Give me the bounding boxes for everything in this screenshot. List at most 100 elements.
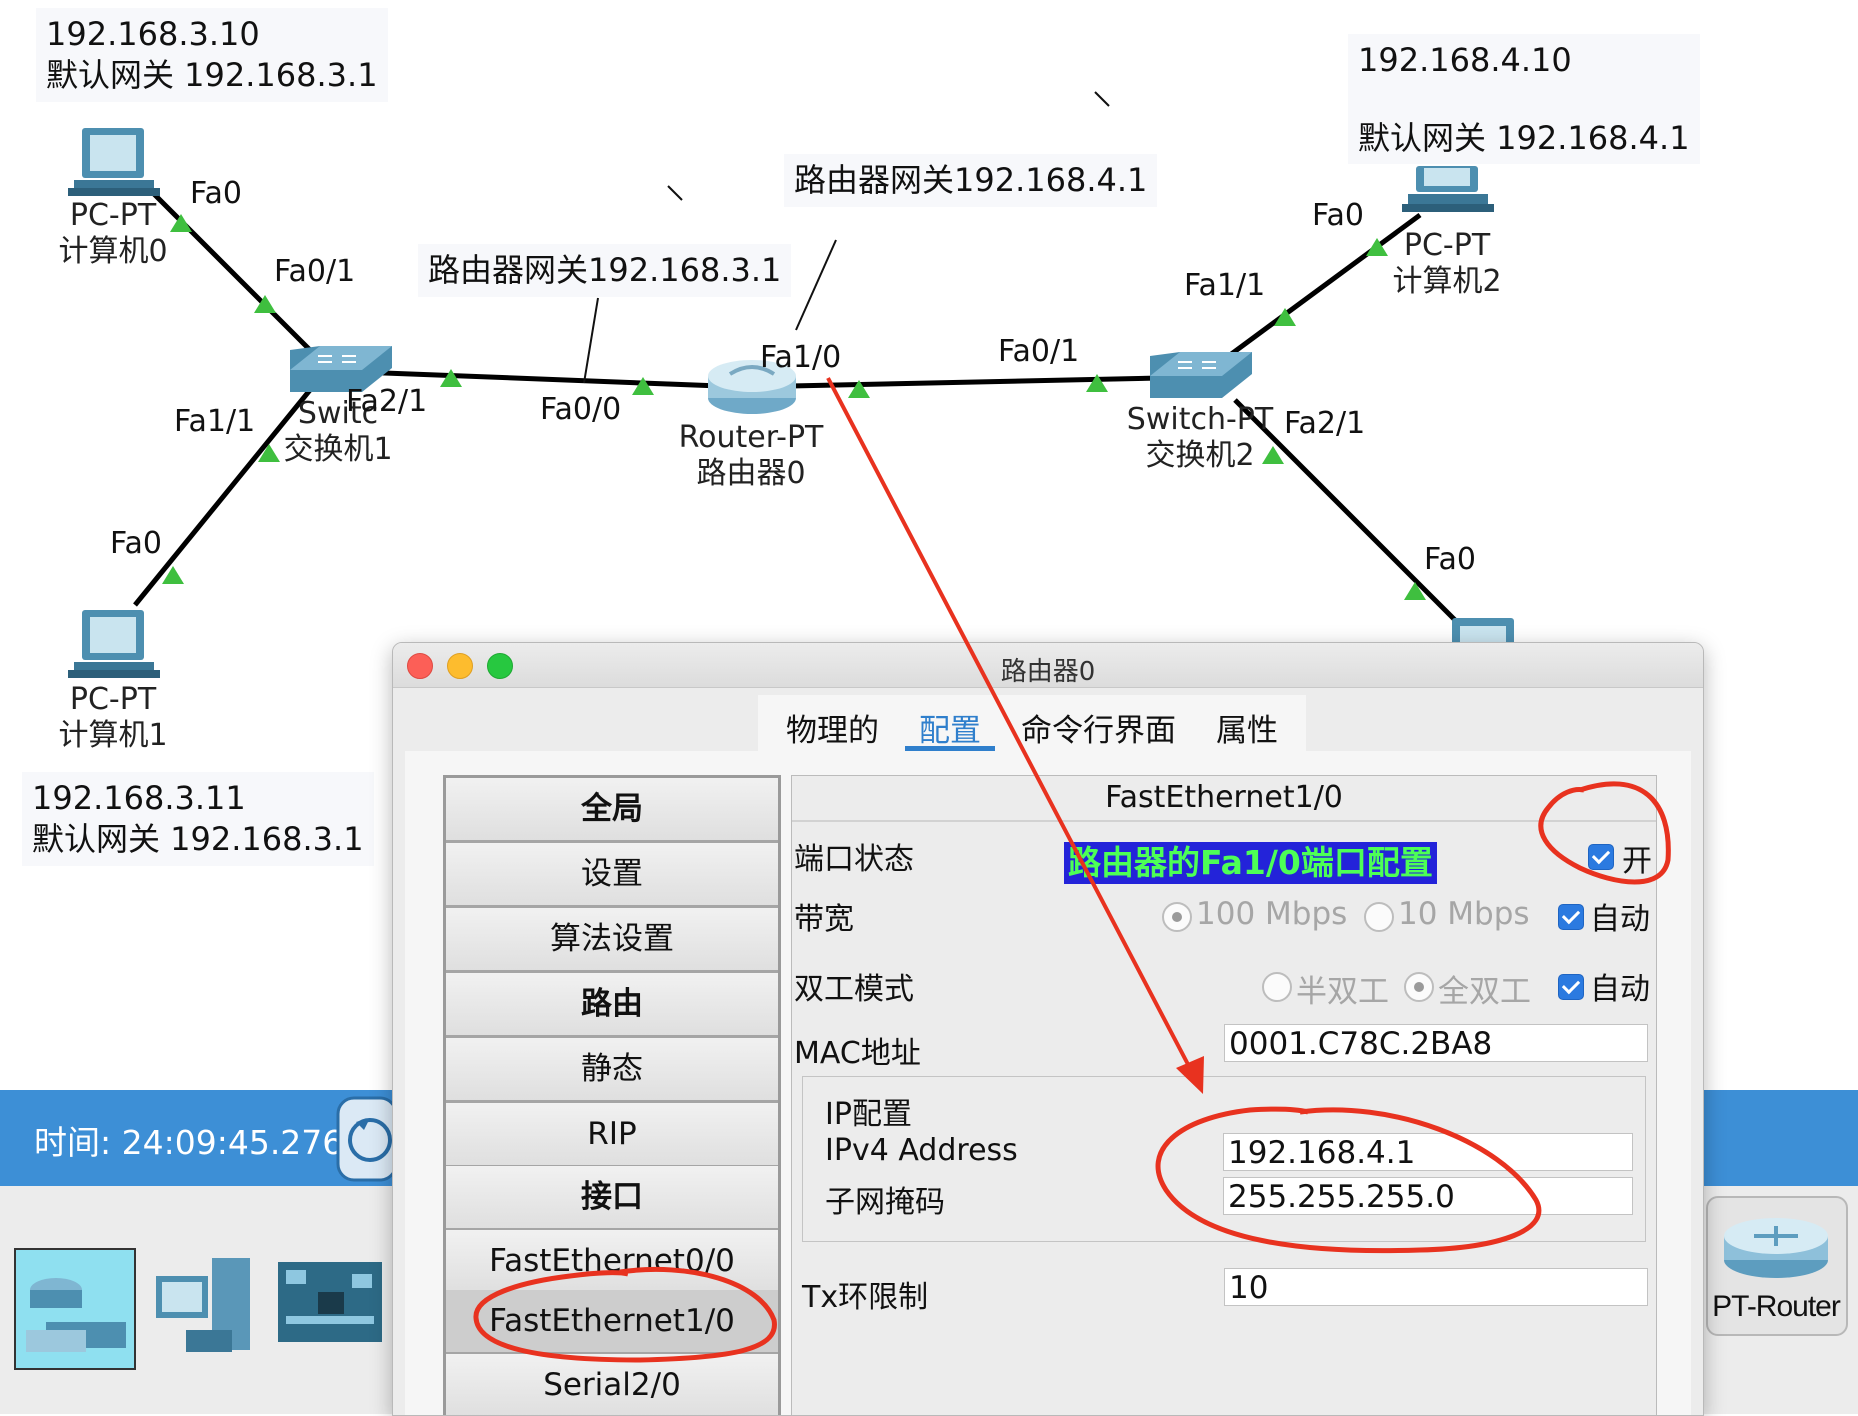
port-label-sw1-fa11: Fa1/1 <box>174 404 256 439</box>
tab-config[interactable]: 配置 <box>899 695 1001 752</box>
half-duplex-label: 半双工 <box>1296 974 1389 1010</box>
window-titlebar[interactable]: 路由器0 <box>393 643 1703 688</box>
subnet-mask-label: 子网掩码 <box>825 1185 945 1220</box>
pc2-ip: 192.168.4.10 <box>1358 41 1572 79</box>
pc1-model: PC-PT <box>69 682 157 717</box>
duplex-auto-checkbox[interactable] <box>1558 974 1584 1000</box>
config-sidebar: 全局 设置 算法设置 路由 静态 RIP 接口 FastEthernet0/0 … <box>443 775 781 1415</box>
ip-config-group: IP配置 IPv4 Address 192.168.4.1 子网掩码 255.2… <box>802 1076 1646 1242</box>
sidebar-item-algorithm-settings[interactable]: 算法设置 <box>446 908 778 973</box>
port-label-sw2-fa01: Fa0/1 <box>998 334 1080 369</box>
pc0-address-note[interactable]: 192.168.3.10 默认网关 192.168.3.1 <box>36 8 388 102</box>
pc1-icon[interactable] <box>68 610 160 678</box>
subnet-mask-field[interactable]: 255.255.255.0 <box>1223 1177 1633 1215</box>
tx-ring-limit-field[interactable]: 10 <box>1224 1268 1648 1306</box>
sidebar-item-fastethernet1-0[interactable]: FastEthernet1/0 <box>446 1290 778 1355</box>
pc1-ip: 192.168.3.11 <box>32 779 246 817</box>
mac-label: MAC地址 <box>794 1036 921 1071</box>
components-category-icon[interactable] <box>278 1262 382 1342</box>
end-devices-category-icon[interactable] <box>146 1252 264 1370</box>
port-label-pc3-fa0: Fa0 <box>1424 542 1476 577</box>
router0-model: Router-PT <box>678 420 824 455</box>
port-label-sw1-fa01: Fa0/1 <box>274 254 356 289</box>
pt-router-label: PT-Router <box>1712 1290 1841 1323</box>
switch2-icon[interactable] <box>1150 352 1252 398</box>
tx-ring-limit-label: Tx环限制 <box>802 1280 929 1315</box>
pc0-model: PC-PT <box>69 198 157 233</box>
sidebar-item-static[interactable]: 静态 <box>446 1038 778 1103</box>
router0-config-window: 路由器0 物理的 配置 命令行界面 属性 全局 设置 算法设置 路由 静态 RI… <box>392 642 1704 1416</box>
pc2-label: PC-PT 计算机2 <box>1382 228 1512 300</box>
router0-name: 路由器0 <box>696 456 806 491</box>
pc2-gateway: 默认网关 192.168.4.1 <box>1358 119 1690 157</box>
router-gateway-note-3[interactable]: 路由器网关192.168.3.1 <box>418 244 792 297</box>
switch1-name: 交换机1 <box>283 432 393 467</box>
ipv4-address-field[interactable]: 192.168.4.1 <box>1223 1133 1633 1171</box>
full-duplex-radio[interactable] <box>1404 972 1434 1002</box>
duplex-label: 双工模式 <box>794 972 914 1007</box>
port-label-sw2-fa11: Fa1/1 <box>1184 268 1266 303</box>
port-label-sw1-fa21: Fa2/1 <box>346 384 428 419</box>
bandwidth-100-radio[interactable] <box>1162 902 1192 932</box>
annotation-highlight: 路由器的Fa1/0端口配置 <box>1064 842 1437 884</box>
stray-mark <box>1094 91 1110 107</box>
tab-attributes[interactable]: 属性 <box>1196 695 1298 751</box>
port-status-label: 端口状态 <box>794 842 914 877</box>
pc0-icon[interactable] <box>68 128 160 196</box>
pc2-name: 计算机2 <box>1392 264 1502 299</box>
window-title: 路由器0 <box>1000 657 1096 687</box>
sidebar-header-global[interactable]: 全局 <box>446 778 778 843</box>
half-duplex-radio[interactable] <box>1262 972 1292 1002</box>
pc1-label: PC-PT 计算机1 <box>48 682 178 754</box>
reset-time-icon[interactable] <box>336 1096 398 1182</box>
router0-label: Router-PT 路由器0 <box>668 420 834 492</box>
pc2-icon[interactable] <box>1402 166 1494 212</box>
link-router0-switch2[interactable] <box>789 375 1161 389</box>
switch2-name: 交换机2 <box>1145 438 1255 473</box>
sidebar-item-rip[interactable]: RIP <box>446 1103 778 1168</box>
sidebar-item-fastethernet0-0[interactable]: FastEthernet0/0 <box>446 1230 778 1295</box>
bandwidth-100-label: 100 Mbps <box>1196 896 1348 932</box>
interface-config-panel: FastEthernet1/0 端口状态 路由器的Fa1/0端口配置 开 带宽 … <box>791 775 1657 1415</box>
port-label-pc2-fa0: Fa0 <box>1312 198 1364 233</box>
ipv4-address-label: IPv4 Address <box>825 1133 1018 1168</box>
pc1-gateway: 默认网关 192.168.3.1 <box>32 820 364 858</box>
sidebar-header-interface[interactable]: 接口 <box>446 1166 778 1231</box>
pc2-address-note[interactable]: 192.168.4.10 默认网关 192.168.4.1 <box>1348 34 1700 164</box>
tab-physical[interactable]: 物理的 <box>766 695 899 751</box>
tab-cli[interactable]: 命令行界面 <box>1001 695 1196 751</box>
simulation-time: 时间: 24:09:45.276 <box>34 1123 344 1162</box>
port-label-pc0-fa0: Fa0 <box>190 176 242 211</box>
pc2-model: PC-PT <box>1403 228 1491 263</box>
duplex-auto-label: 自动 <box>1590 972 1650 1007</box>
switch2-model: Switch-PT <box>1126 402 1274 437</box>
mac-address-field[interactable]: 0001.C78C.2BA8 <box>1224 1024 1648 1062</box>
bandwidth-10-radio[interactable] <box>1364 902 1394 932</box>
tab-bar: 物理的 配置 命令行界面 属性 <box>758 695 1306 752</box>
switch2-label: Switch-PT 交换机2 <box>1120 402 1280 474</box>
port-label-r0-fa00: Fa0/0 <box>540 392 622 427</box>
bandwidth-auto-checkbox[interactable] <box>1558 904 1584 930</box>
full-duplex-label: 全双工 <box>1438 974 1531 1010</box>
pc0-gateway: 默认网关 192.168.3.1 <box>46 56 378 94</box>
bandwidth-label: 带宽 <box>794 902 854 937</box>
network-devices-category-icon[interactable] <box>14 1248 136 1370</box>
port-on-label: 开 <box>1622 844 1652 879</box>
stray-mark <box>667 185 683 201</box>
pc0-name: 计算机0 <box>58 234 168 269</box>
port-label-pc1-fa0: Fa0 <box>110 526 162 561</box>
note-pointer <box>795 239 837 331</box>
bandwidth-10-label: 10 Mbps <box>1398 896 1530 932</box>
port-label-sw2-fa21: Fa2/1 <box>1284 406 1366 441</box>
bandwidth-auto-label: 自动 <box>1590 902 1650 937</box>
sidebar-item-serial2-0[interactable]: Serial2/0 <box>446 1354 778 1415</box>
pc1-name: 计算机1 <box>58 718 168 753</box>
ip-config-label: IP配置 <box>825 1097 912 1132</box>
pc1-address-note[interactable]: 192.168.3.11 默认网关 192.168.3.1 <box>22 772 374 866</box>
port-on-checkbox[interactable] <box>1588 844 1614 870</box>
router-gateway-note-4[interactable]: 路由器网关192.168.4.1 <box>784 154 1158 207</box>
sidebar-header-routing[interactable]: 路由 <box>446 973 778 1038</box>
note-pointer <box>583 297 599 384</box>
pc0-label: PC-PT 计算机0 <box>48 198 178 270</box>
sidebar-item-settings[interactable]: 设置 <box>446 843 778 908</box>
